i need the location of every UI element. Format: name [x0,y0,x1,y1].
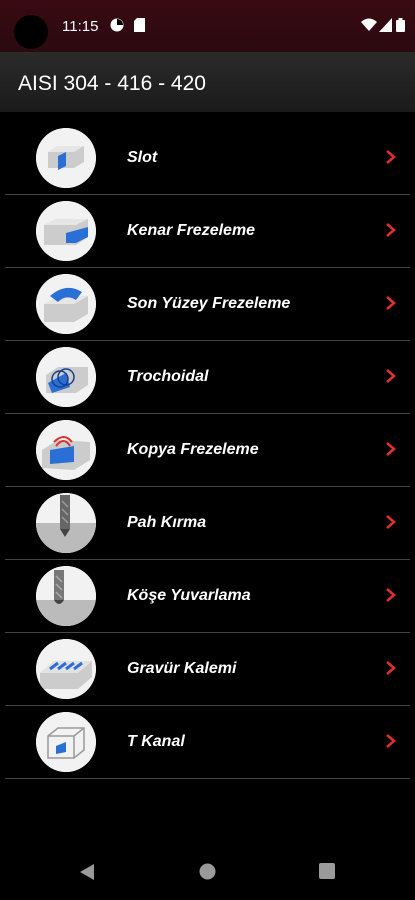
list-item-label: Slot [127,149,158,166]
app-notification-icon [110,18,124,32]
chevron-right-icon [386,515,396,529]
side-milling-icon [36,201,96,261]
chevron-right-icon [386,588,396,602]
battery-icon [396,18,405,32]
list-item-slot[interactable]: Slot [0,122,415,195]
back-icon[interactable] [79,863,95,881]
operation-list: Slot Kenar Frezeleme Son Yüzey Frezeleme [0,122,415,779]
engraving-icon [36,639,96,699]
list-item-label: Köşe Yuvarlama [127,587,251,604]
signal-icon [379,18,392,32]
list-item-label: Kopya Frezeleme [127,441,259,458]
t-slot-icon [36,712,96,772]
list-item-kopya-frezeleme[interactable]: Kopya Frezeleme [0,414,415,487]
wifi-icon [361,18,377,31]
chevron-right-icon [386,223,396,237]
chevron-right-icon [386,296,396,310]
navigation-bar [0,846,415,900]
copy-milling-icon [36,420,96,480]
list-item-label: Pah Kırma [127,514,207,531]
list-item-t-kanal[interactable]: T Kanal [0,706,415,779]
list-item-label: Kenar Frezeleme [127,222,256,239]
chevron-right-icon [386,369,396,383]
list-item-gravur-kalemi[interactable]: Gravür Kalemi [0,633,415,706]
face-milling-icon [36,274,96,334]
chamfer-icon [36,493,96,553]
list-item-son-yuzey-frezeleme[interactable]: Son Yüzey Frezeleme [0,268,415,341]
camera-cutout [14,15,48,49]
chevron-right-icon [386,150,396,164]
app-header: AISI 304 - 416 - 420 [0,52,415,112]
chevron-right-icon [386,661,396,675]
recents-icon[interactable] [319,863,335,879]
list-item-trochoidal[interactable]: Trochoidal [0,341,415,414]
list-item-pah-kirma[interactable]: Pah Kırma [0,487,415,560]
list-item-kose-yuvarlama[interactable]: Köşe Yuvarlama [0,560,415,633]
chevron-right-icon [386,442,396,456]
trochoidal-icon [36,347,96,407]
status-time: 11:15 [62,18,99,35]
corner-rounding-icon [36,566,96,626]
home-icon[interactable] [199,863,216,880]
list-item-label: Son Yüzey Frezeleme [127,295,291,312]
slot-icon [36,128,96,188]
status-bar: 11:15 [0,0,415,52]
list-item-label: Trochoidal [127,368,209,385]
list-item-kenar-frezeleme[interactable]: Kenar Frezeleme [0,195,415,268]
page-title: AISI 304 - 416 - 420 [18,72,206,95]
sim-card-icon [134,18,145,32]
list-item-label: Gravür Kalemi [127,660,237,677]
list-item-label: T Kanal [127,733,185,750]
chevron-right-icon [386,734,396,748]
